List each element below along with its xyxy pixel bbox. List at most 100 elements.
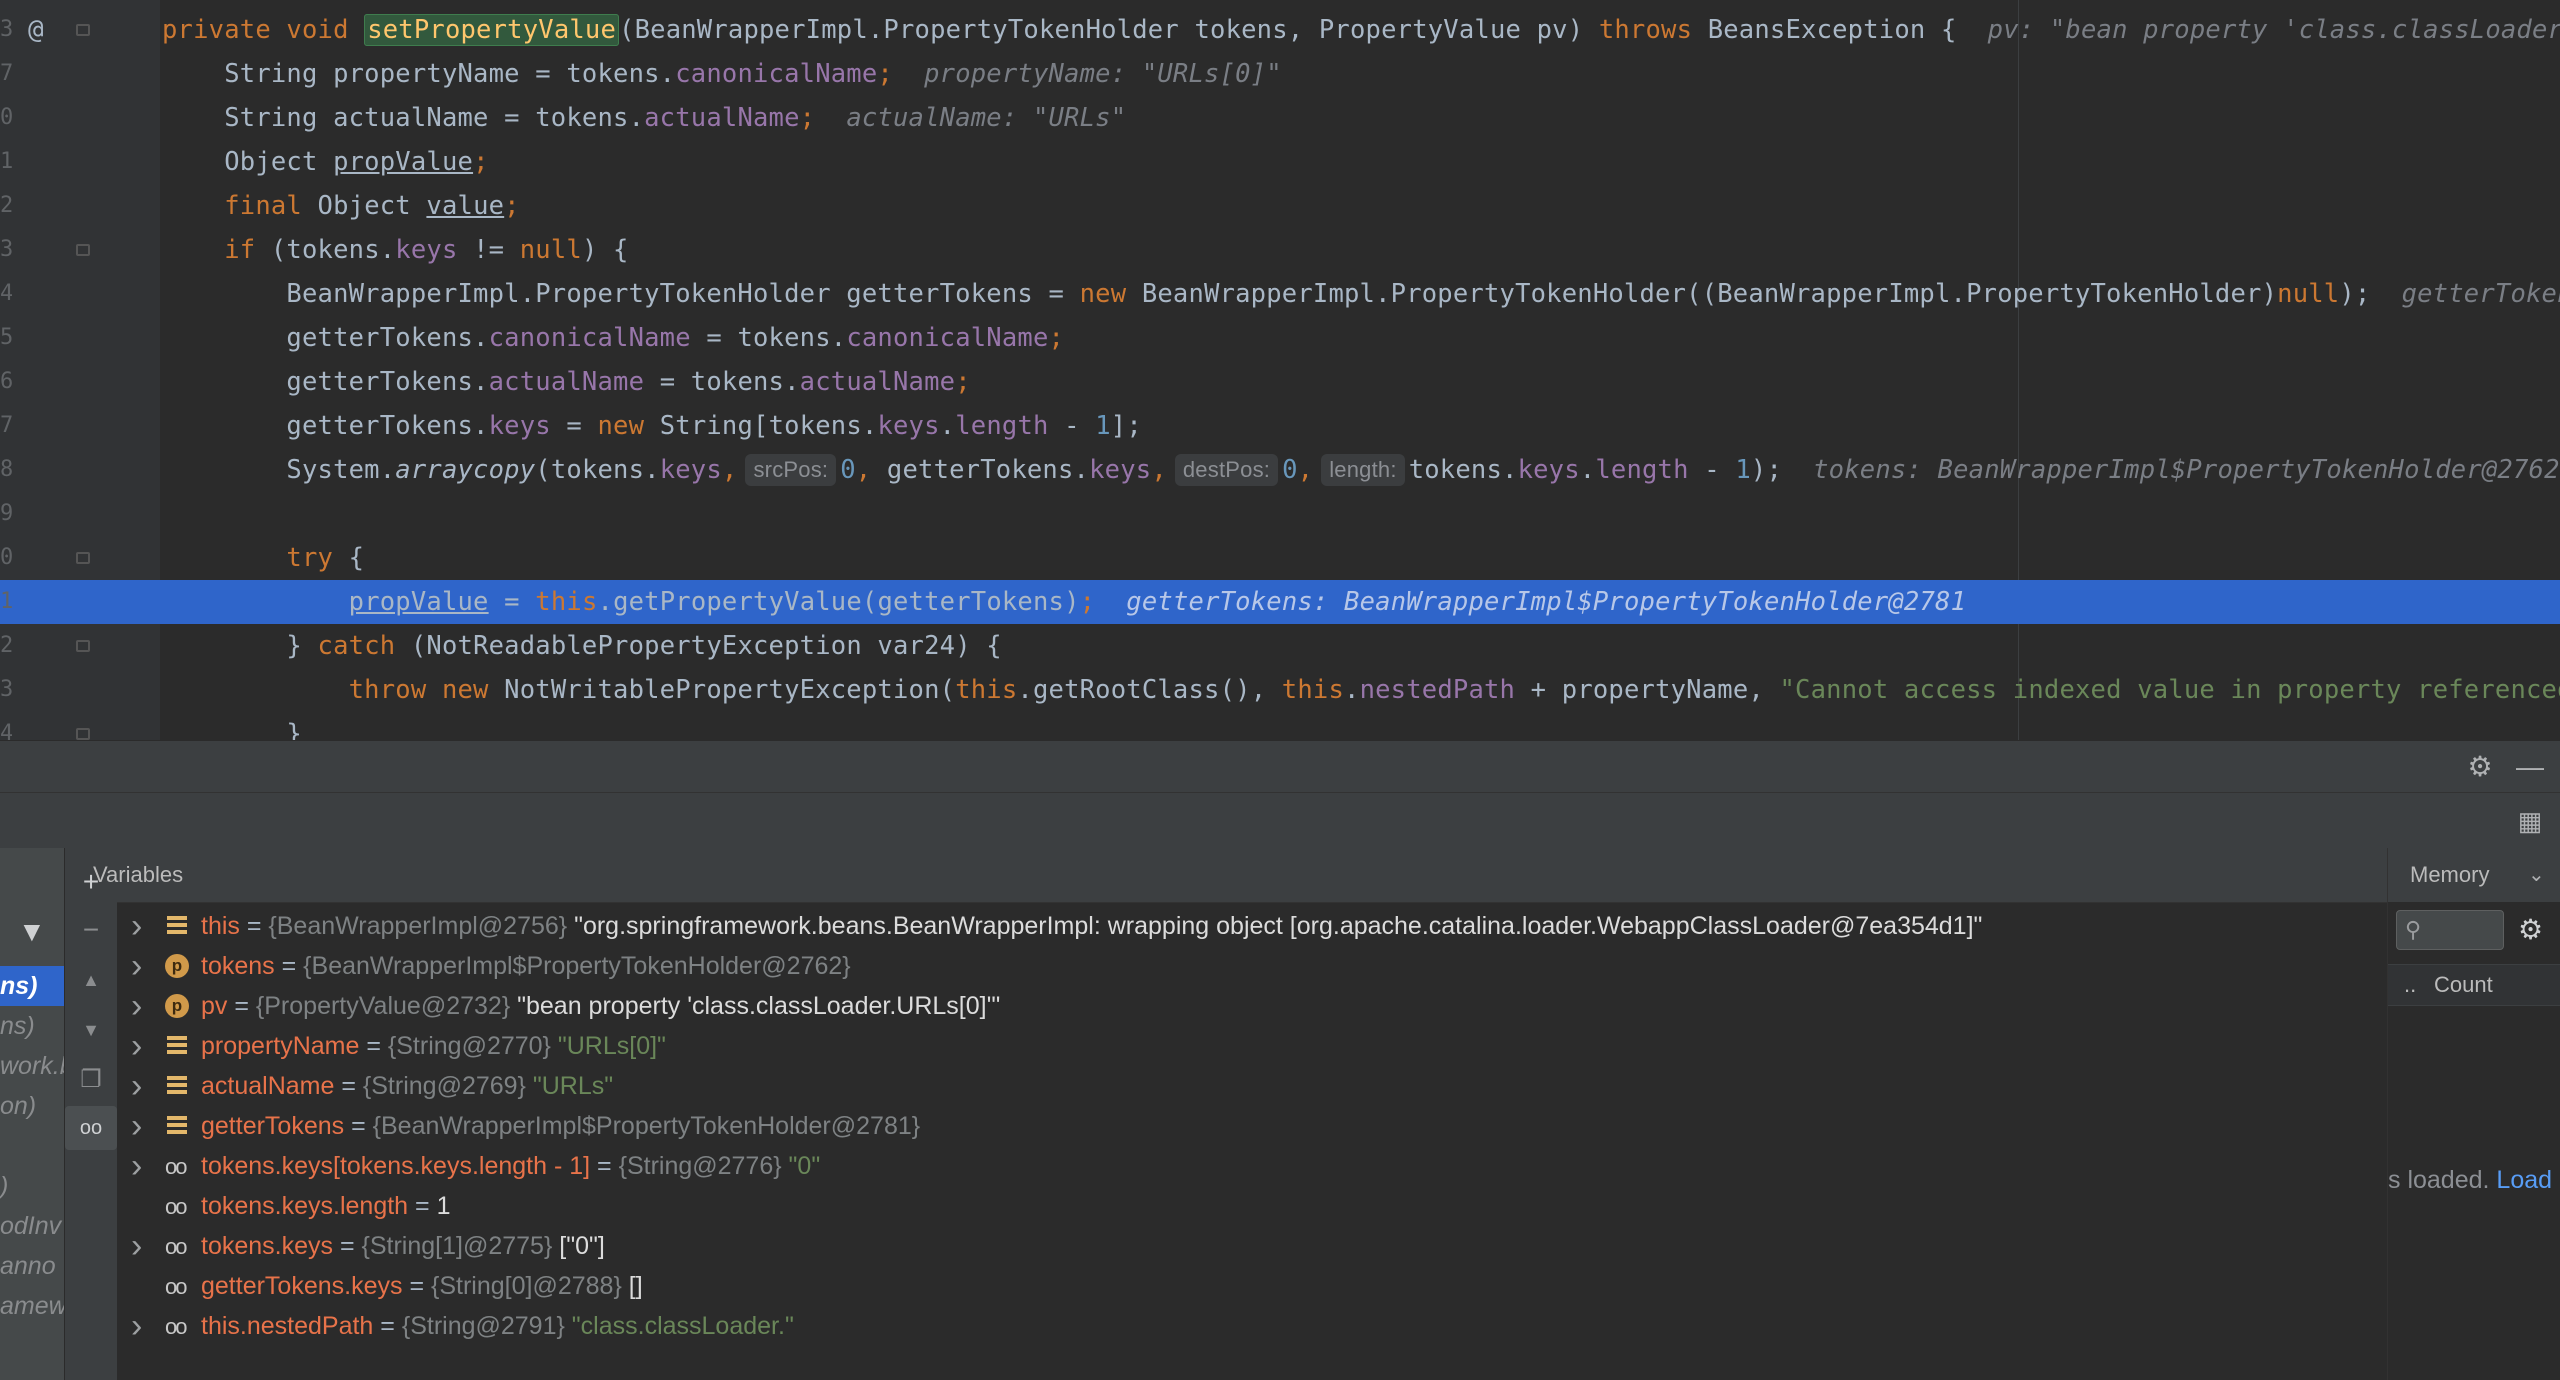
memory-col-count[interactable]: Count [2434,965,2493,1005]
code-text: try { [162,536,364,580]
variables-header: Variables [93,848,2387,903]
frame-item[interactable]: odInv [0,1206,64,1246]
memory-settings-gear-icon[interactable]: ⚙ [2518,910,2543,950]
chevron-right-icon[interactable]: › [131,1146,151,1186]
code-text: String propertyName = tokens.canonicalNa… [162,52,1282,96]
variable-row[interactable]: › p pv = {PropertyValue@2732} "bean proper… [117,986,2387,1026]
memory-loaded-message: s loaded. Load [2388,1166,2552,1195]
code-editor[interactable]: 3 @ private void setPropertyValue (BeanWrap… [0,0,2560,740]
debug-toolbar: ▦ [0,792,2560,849]
code-line[interactable]: 8 System.arraycopy(tokens.keys, srcPos: 0,… [0,448,2560,492]
annotation-marker-icon[interactable]: @ [28,8,58,52]
line-number: 7 [0,413,12,438]
variable-text: actualName = {String@2769} "URLs" [201,1066,613,1106]
frame-item[interactable] [0,1126,64,1166]
remove-watch-button[interactable]: − [65,908,117,952]
code-token: try [162,543,349,573]
layout-icon[interactable]: ▦ [2510,793,2550,849]
fold-marker-icon[interactable] [76,244,90,256]
chevron-right-icon[interactable]: › [131,1106,151,1146]
variable-row[interactable]: › oo tokens.keys = {String[1]@2775} ["0"] [117,1226,2387,1266]
memory-col-class[interactable]: .. [2404,965,2416,1005]
watch-icon: oo [165,1314,188,1339]
fold-marker-icon[interactable] [76,24,90,36]
fold-marker-icon[interactable] [76,640,90,652]
code-token: canonicalName [675,59,878,89]
frame-item[interactable]: ns) [0,966,64,1006]
code-text: final Object value; [162,184,520,228]
chevron-right-icon[interactable]: › [131,946,151,986]
move-up-button[interactable]: ▲ [65,958,117,1002]
chevron-down-icon[interactable]: ⌄ [2528,848,2545,902]
fold-marker-icon[interactable] [76,552,90,564]
move-down-button[interactable]: ▼ [65,1008,117,1052]
code-line[interactable]: 3 if (tokens.keys != null) { [0,228,2560,272]
variable-equals: = [334,1072,363,1100]
current-execution-line[interactable]: 1 propValue = this.getPropertyValue(gett… [0,580,2560,624]
chevron-right-icon[interactable]: › [131,1066,151,1106]
code-token: propValue [348,587,489,617]
variable-equals: = [239,912,269,940]
chevron-right-icon[interactable]: › [131,1226,151,1266]
code-token: . [1344,675,1360,705]
variable-text: pv = {PropertyValue@2732} "bean property… [201,986,1000,1026]
code-line[interactable]: 7 String propertyName = tokens.canonical… [0,52,2560,96]
code-token: this [1281,675,1345,705]
code-token: length [1595,455,1689,485]
minimize-icon[interactable]: — [2510,741,2550,793]
variable-row[interactable]: oo getterTokens.keys = {String[0]@2788} [… [117,1266,2387,1306]
variable-row[interactable]: › oo tokens.keys[tokens.keys.length - 1] =… [117,1146,2387,1186]
code-token: arraycopy [395,455,536,485]
variable-row[interactable]: › this = {BeanWrapperImpl@2756} "org.spri… [117,906,2387,946]
variables-panel: Variables › this = {BeanWrapperImpl@2756}… [93,848,2387,1380]
chevron-right-icon[interactable]: › [131,906,151,946]
frame-item[interactable]: ) [0,1166,64,1206]
chevron-right-icon[interactable]: › [131,986,151,1026]
variable-row[interactable]: › p tokens = {BeanWrapperImpl$PropertyToke… [117,946,2387,986]
filter-icon[interactable]: ▼ [18,916,46,948]
variable-row[interactable]: › getterTokens = {BeanWrapperImpl$Propert… [117,1106,2387,1146]
code-line[interactable]: 4 BeanWrapperImpl.PropertyTokenHolder ge… [0,272,2560,316]
chevron-right-icon[interactable]: › [131,1306,151,1346]
code-text: getterTokens.actualName = tokens.actualN… [162,360,971,404]
code-line[interactable]: 5 getterTokens.canonicalName = tokens.ca… [0,316,2560,360]
code-token: Object [162,147,334,177]
variable-type: {String@2791} [401,1312,572,1340]
memory-search-input[interactable]: ⚲ [2396,910,2504,950]
code-line[interactable]: 0 try { [0,536,2560,580]
watches-toggle-icon[interactable]: oo [65,1106,117,1150]
gear-icon[interactable]: ⚙ [2460,741,2500,793]
variable-row[interactable]: oo tokens.keys.length = 1 [117,1186,2387,1226]
frame-item[interactable]: work.b [0,1046,64,1086]
code-line[interactable]: 7 getterTokens.keys = new String[tokens.… [0,404,2560,448]
code-line[interactable]: 6 getterTokens.actualName = tokens.actua… [0,360,2560,404]
code-line[interactable]: 3 throw new NotWritablePropertyException… [0,668,2560,712]
memory-load-link[interactable]: Load [2496,1166,2552,1194]
fold-marker-icon[interactable] [76,728,90,740]
frame-item[interactable]: amew [0,1286,64,1326]
code-token: .getPropertyValue(getterTokens) [597,587,1080,617]
frame-item[interactable]: ns) [0,1006,64,1046]
code-line[interactable]: 2 } catch (NotReadablePropertyException … [0,624,2560,668]
code-token: { [348,543,365,573]
code-line[interactable]: 0 String actualName = tokens.actualName;… [0,96,2560,140]
variable-row[interactable]: › actualName = {String@2769} "URLs" [117,1066,2387,1106]
copy-icon[interactable]: ❐ [65,1058,117,1102]
variable-value: "0" [788,1152,821,1180]
code-line[interactable]: 9 [0,492,2560,536]
memory-tab[interactable]: Memory [2410,848,2489,902]
line-number: 1 [0,149,12,174]
frame-item[interactable]: on) [0,1086,64,1126]
code-line[interactable]: 4 } [0,712,2560,740]
frame-item[interactable]: anno [0,1246,64,1286]
variable-row[interactable]: › propertyName = {String@2770} "URLs[0]" [117,1026,2387,1066]
code-token: , [1297,455,1314,485]
chevron-right-icon[interactable]: › [131,1026,151,1066]
variable-name: tokens.keys.length [201,1192,409,1220]
variable-row[interactable]: › oo this.nestedPath = {String@2791} "clas… [117,1306,2387,1346]
field-icon [165,1112,193,1140]
code-line[interactable]: 1 Object propValue; [0,140,2560,184]
variable-name: getterTokens.keys [201,1272,403,1300]
code-line[interactable]: 2 final Object value; [0,184,2560,228]
code-line[interactable]: 3 @ private void setPropertyValue (BeanWrap… [0,8,2560,52]
